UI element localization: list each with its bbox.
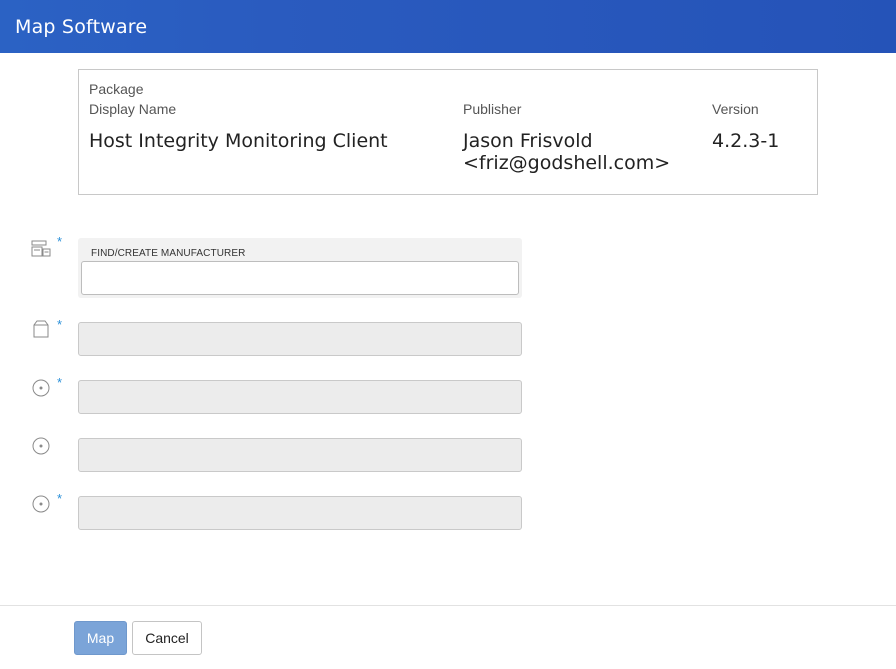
manufacturer-field-label: FIND/CREATE MANUFACTURER bbox=[91, 248, 246, 259]
publisher-email-value: <friz@godshell.com> bbox=[463, 152, 671, 174]
required-marker: * bbox=[57, 491, 63, 506]
version-value: 4.2.3-1 bbox=[712, 130, 780, 152]
manufacturer-field-group: FIND/CREATE MANUFACTURER bbox=[78, 238, 522, 298]
manufacturer-input[interactable] bbox=[81, 261, 519, 295]
display-name-label: Display Name bbox=[89, 101, 177, 117]
cancel-button[interactable]: Cancel bbox=[132, 621, 202, 655]
footer-divider bbox=[0, 605, 896, 606]
platform-field bbox=[78, 496, 522, 530]
box-icon bbox=[33, 320, 49, 338]
dialog-header: Map Software bbox=[0, 0, 896, 53]
product-field bbox=[78, 322, 522, 356]
disc-icon bbox=[32, 495, 50, 513]
disc-icon bbox=[32, 437, 50, 455]
package-info-panel: Package Display Name Publisher Version H… bbox=[78, 69, 818, 195]
required-marker: * bbox=[57, 317, 63, 332]
required-marker: * bbox=[57, 234, 63, 249]
publisher-label: Publisher bbox=[463, 101, 522, 117]
package-section-label: Package bbox=[89, 81, 144, 97]
version-label: Version bbox=[712, 101, 759, 117]
manufacturer-icon bbox=[31, 240, 51, 257]
publisher-name-value: Jason Frisvold bbox=[463, 130, 593, 152]
edition-field bbox=[78, 438, 522, 472]
version-field bbox=[78, 380, 522, 414]
display-name-value: Host Integrity Monitoring Client bbox=[89, 130, 388, 152]
map-button[interactable]: Map bbox=[74, 621, 127, 655]
disc-icon bbox=[32, 379, 50, 397]
dialog-title: Map Software bbox=[15, 15, 148, 38]
required-marker: * bbox=[57, 375, 63, 390]
